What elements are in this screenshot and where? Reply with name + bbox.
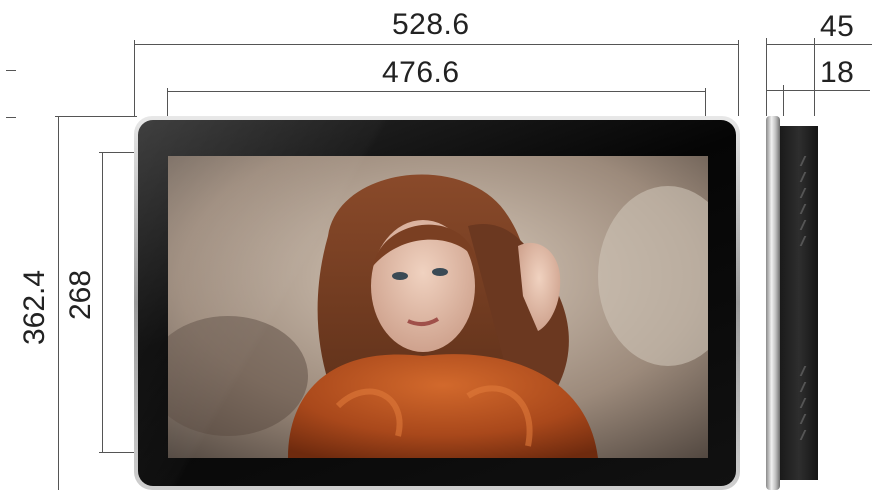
total-depth-label: 45 [820, 10, 855, 43]
vent-slot [799, 430, 807, 440]
screen-glare [138, 120, 736, 486]
screen-height-label: 268 [64, 269, 97, 320]
bezel-depth-label: 18 [820, 56, 855, 89]
bezel-depth-line [766, 90, 870, 91]
screen-width-label: 476.6 [382, 56, 460, 89]
overall-height-line [58, 116, 59, 490]
vent-slot [799, 220, 807, 230]
monitor-front-view [134, 116, 740, 490]
vent-slot [799, 414, 807, 424]
margin-tick-bottom [6, 117, 16, 118]
overall-height-ext-top [55, 116, 137, 117]
overall-width-ext-left [134, 40, 135, 116]
overall-width-line [134, 44, 738, 45]
vent-slot [799, 236, 807, 246]
overall-height-label: 362.4 [18, 269, 51, 345]
vent-slot [799, 382, 807, 392]
margin-tick-top [6, 70, 16, 71]
vent-slot [799, 204, 807, 214]
total-depth-line [766, 44, 872, 45]
vent-slot [799, 156, 807, 166]
vent-slot [799, 188, 807, 198]
monitor-side-view [766, 116, 818, 490]
overall-width-label: 528.6 [392, 8, 470, 41]
vent-slot [799, 366, 807, 376]
screen-width-line [167, 91, 705, 92]
vent-slot [799, 172, 807, 182]
vent-slot [799, 398, 807, 408]
depth-ext-right [814, 38, 815, 116]
screen-height-line [102, 152, 103, 452]
side-frame-edge [766, 116, 780, 490]
side-back-housing [780, 126, 818, 480]
monitor-bezel [138, 120, 736, 486]
overall-width-ext-right [738, 40, 739, 116]
